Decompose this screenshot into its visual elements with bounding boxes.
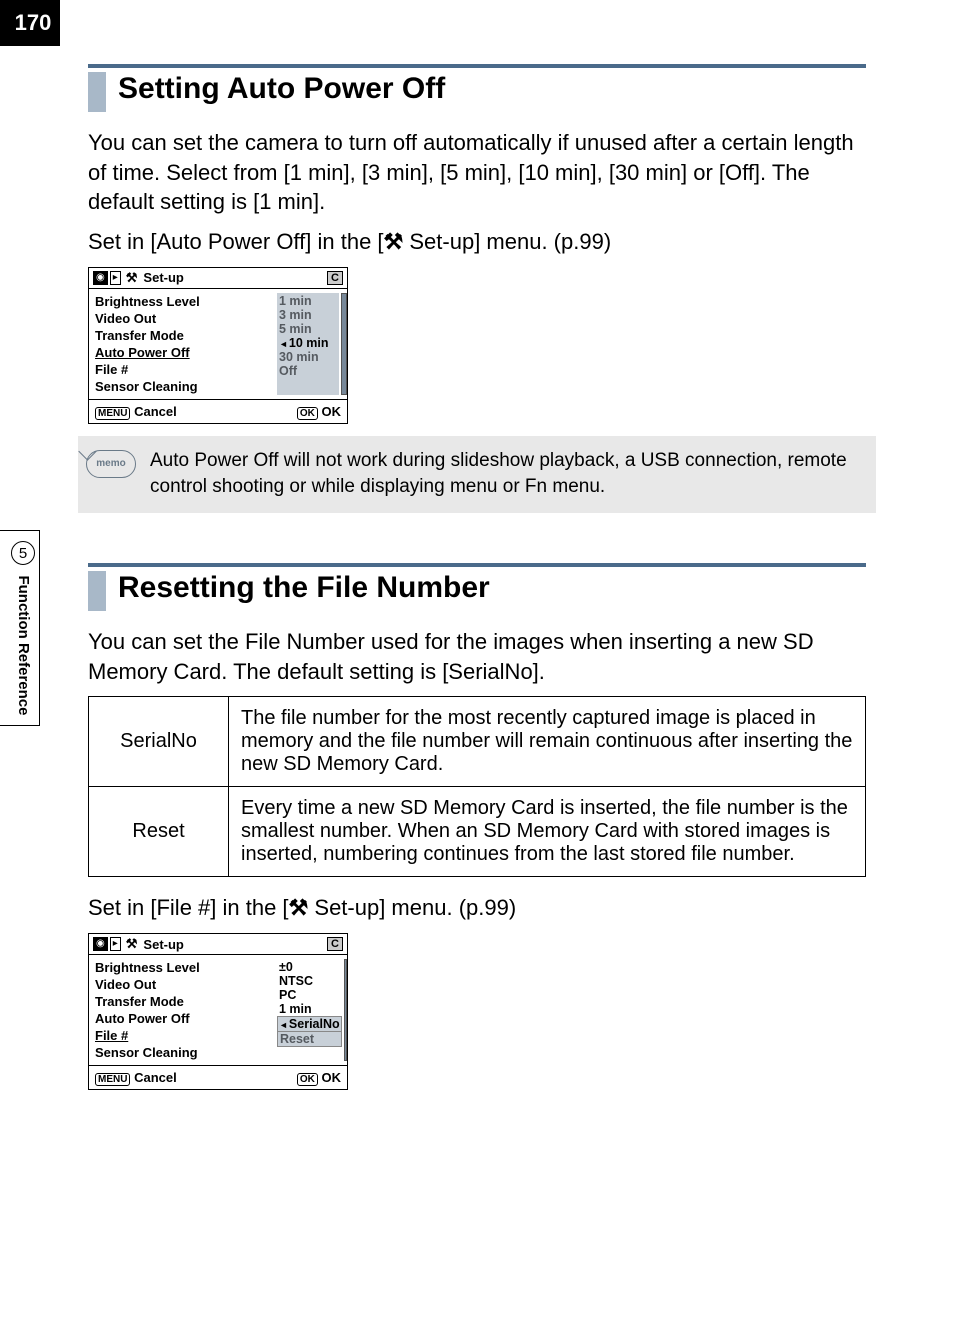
- c-tab: C: [327, 937, 343, 951]
- lcd-title: Set-up: [143, 270, 183, 285]
- lcd-item: Transfer Mode: [95, 993, 271, 1010]
- side-tab-label: Function Reference: [15, 575, 32, 715]
- section-heading-auto-power-off: Setting Auto Power Off: [88, 64, 866, 112]
- lcd-menu-items: Brightness Level Video Out Transfer Mode…: [95, 959, 271, 1061]
- lcd-value: NTSC: [279, 974, 340, 988]
- play-icon: ▸: [110, 937, 121, 951]
- lcd-item: File #: [95, 361, 271, 378]
- lcd-title: Set-up: [143, 937, 183, 952]
- setup-icon: ⚒: [126, 270, 138, 286]
- lcd-item: Video Out: [95, 976, 271, 993]
- section-heading-file-number: Resetting the File Number: [88, 563, 866, 611]
- section-title: Resetting the File Number: [118, 571, 490, 611]
- section2-para2: Set in [File #] in the [⚒ Set-up] menu. …: [88, 893, 866, 923]
- memo-text: Auto Power Off will not work during slid…: [150, 448, 860, 501]
- lcd-value: 3 min: [279, 308, 337, 322]
- side-tab: 5 Function Reference: [0, 530, 40, 726]
- lcd-item: Sensor Cleaning: [95, 1044, 271, 1061]
- lcd-header: ◉ ▸ ⚒ Set-up C: [89, 934, 347, 955]
- lcd-setup-file-number: ◉ ▸ ⚒ Set-up C Brightness Level Video Ou…: [88, 933, 348, 1090]
- lcd-item: Transfer Mode: [95, 327, 271, 344]
- setup-icon: ⚒: [126, 936, 138, 952]
- lcd-value: 5 min: [279, 322, 337, 336]
- lcd-scrollbar: [344, 959, 347, 1061]
- file-number-options-table: SerialNo The file number for the most re…: [88, 696, 866, 877]
- lcd-menu-items: Brightness Level Video Out Transfer Mode…: [95, 293, 271, 395]
- option-desc: Every time a new SD Memory Card is inser…: [229, 787, 866, 877]
- lcd-value-list: 1 min 3 min 5 min 10 min 30 min Off: [277, 293, 339, 395]
- lcd-footer: MENU Cancel OK OK: [89, 1065, 347, 1089]
- lcd-value-selected: SerialNo: [277, 1016, 342, 1032]
- page-number: 170: [0, 0, 60, 46]
- section1-para1: You can set the camera to turn off autom…: [88, 128, 866, 217]
- lcd-item: Sensor Cleaning: [95, 378, 271, 395]
- memo-icon: memo: [86, 450, 136, 478]
- side-tab-number: 5: [11, 541, 35, 565]
- camera-icon: ◉: [93, 271, 108, 285]
- c-tab: C: [327, 271, 343, 285]
- table-row: SerialNo The file number for the most re…: [89, 697, 866, 787]
- memo-note: memo Auto Power Off will not work during…: [78, 436, 876, 513]
- lcd-item: Brightness Level: [95, 293, 271, 310]
- table-row: Reset Every time a new SD Memory Card is…: [89, 787, 866, 877]
- option-key: Reset: [89, 787, 229, 877]
- lcd-value: Off: [279, 364, 337, 378]
- section2-para1: You can set the File Number used for the…: [88, 627, 866, 686]
- lcd-value: Reset: [277, 1032, 342, 1047]
- menu-button-icon: MENU: [95, 407, 130, 420]
- section1-para2: Set in [Auto Power Off] in the [⚒ Set-up…: [88, 227, 866, 257]
- lcd-value: 1 min: [279, 1002, 340, 1016]
- lcd-item-selected: File #: [95, 1027, 271, 1044]
- lcd-item-selected: Auto Power Off: [95, 344, 271, 361]
- lcd-value-list: ±0 NTSC PC 1 min SerialNo Reset: [277, 959, 342, 1061]
- option-desc: The file number for the most recently ca…: [229, 697, 866, 787]
- lcd-header: ◉ ▸ ⚒ Set-up C: [89, 268, 347, 289]
- lcd-item: Video Out: [95, 310, 271, 327]
- lcd-value: PC: [279, 988, 340, 1002]
- camera-icon: ◉: [93, 937, 108, 951]
- lcd-value-selected: 10 min: [279, 336, 337, 350]
- section-title: Setting Auto Power Off: [118, 72, 445, 112]
- option-key: SerialNo: [89, 697, 229, 787]
- lcd-value: 30 min: [279, 350, 337, 364]
- ok-button-icon: OK: [297, 407, 318, 420]
- lcd-setup-auto-power-off: ◉ ▸ ⚒ Set-up C Brightness Level Video Ou…: [88, 267, 348, 424]
- lcd-value: ±0: [279, 960, 340, 974]
- lcd-item: Brightness Level: [95, 959, 271, 976]
- lcd-item: Auto Power Off: [95, 1010, 271, 1027]
- setup-icon: ⚒: [289, 895, 309, 920]
- menu-button-icon: MENU: [95, 1073, 130, 1086]
- lcd-value: 1 min: [279, 294, 337, 308]
- ok-button-icon: OK: [297, 1073, 318, 1086]
- play-icon: ▸: [110, 271, 121, 285]
- lcd-scrollbar: [341, 293, 347, 395]
- setup-icon: ⚒: [384, 229, 404, 254]
- lcd-footer: MENU Cancel OK OK: [89, 399, 347, 423]
